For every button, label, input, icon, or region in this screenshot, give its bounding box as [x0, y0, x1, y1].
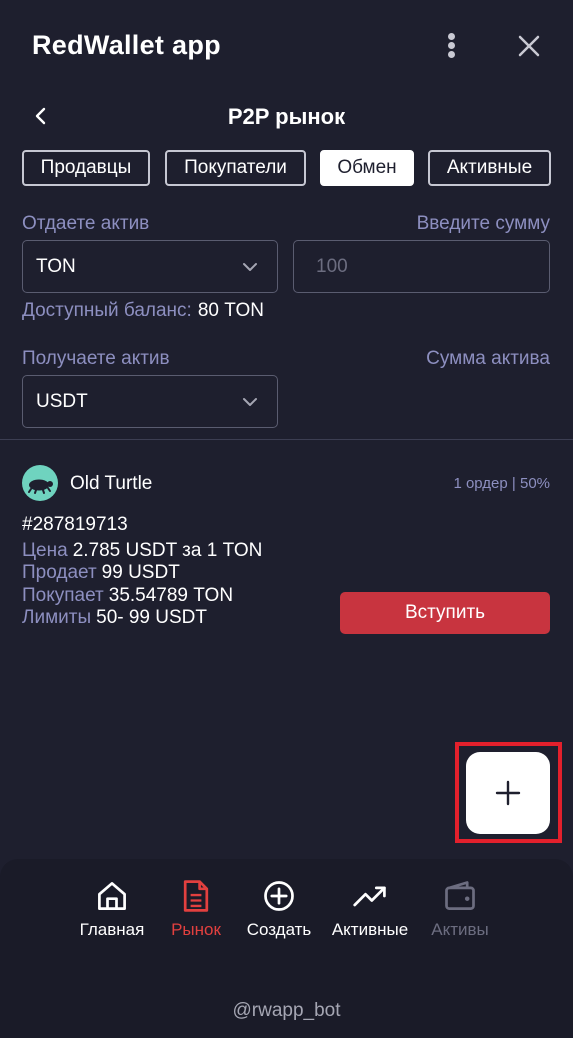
nav-assets[interactable]: Активы — [426, 876, 494, 940]
page-title: P2P рынок — [227, 104, 346, 129]
balance-label: Доступный баланс: — [22, 300, 192, 321]
app-header: RedWallet app — [0, 0, 573, 92]
amount-label: Введите сумму — [416, 213, 550, 234]
amount-input[interactable] — [293, 240, 550, 293]
nav-label-market: Рынок — [171, 920, 221, 939]
plus-circle-icon — [264, 881, 294, 911]
sells-label: Продает — [22, 562, 97, 583]
more-menu-icon[interactable] — [440, 30, 464, 62]
nav-home[interactable]: Главная — [74, 876, 150, 940]
bot-handle: @rwapp_bot — [232, 1000, 341, 1021]
price-value: 2.785 USDT за 1 TON — [72, 540, 263, 561]
avatar — [22, 465, 58, 501]
close-icon[interactable] — [514, 31, 544, 61]
seller-name: Old Turtle — [70, 473, 153, 494]
tab-buyers[interactable]: Покупатели — [165, 150, 306, 186]
buys-label: Покупает — [22, 585, 104, 606]
add-order-button[interactable] — [466, 752, 550, 834]
tab-sellers[interactable]: Продавцы — [22, 150, 150, 186]
wallet-icon — [445, 881, 475, 910]
limits-value: 50- 99 USDT — [96, 607, 207, 628]
available-balance: Доступный баланс: 80 TON — [22, 300, 264, 322]
nav-label-home: Главная — [79, 920, 145, 939]
nav-label-create: Создать — [246, 920, 312, 939]
nav-market[interactable]: Рынок — [161, 876, 231, 940]
market-tabs: Продавцы Покупатели Обмен Активные — [0, 150, 573, 186]
order-id: #287819713 — [22, 514, 128, 535]
home-icon — [98, 882, 126, 910]
trending-up-icon — [353, 886, 386, 907]
join-button[interactable]: Вступить — [340, 592, 550, 634]
order-price: Цена 2.785 USDT за 1 TON — [22, 540, 262, 562]
app-title: RedWallet app — [32, 30, 221, 60]
limits-label: Лимиты — [22, 607, 92, 628]
seller-stats: 1 ордер | 50% — [453, 475, 550, 492]
turtle-icon — [28, 479, 53, 494]
chevron-down-icon — [243, 398, 257, 406]
give-asset-label: Отдаете актив — [22, 213, 150, 234]
nav-label-assets: Активы — [431, 920, 489, 939]
chevron-down-icon — [243, 263, 257, 271]
tab-exchange[interactable]: Обмен — [320, 150, 414, 186]
receive-asset-label: Получаете актив — [22, 348, 170, 369]
receive-amount-label: Сумма актива — [426, 348, 550, 369]
order-sells: Продает 99 USDT — [22, 562, 180, 584]
divider — [0, 439, 573, 440]
balance-value: 80 TON — [197, 300, 265, 321]
receive-asset-value: USDT — [36, 390, 88, 412]
give-asset-value: TON — [36, 255, 76, 277]
order-limits: Лимиты 50- 99 USDT — [22, 607, 207, 629]
buys-value: 35.54789 TON — [108, 585, 234, 606]
nav-label-active: Активные — [331, 920, 409, 939]
tab-active[interactable]: Активные — [428, 150, 551, 186]
receive-asset-select[interactable]: USDT — [22, 375, 278, 428]
order-buys: Покупает 35.54789 TON — [22, 585, 233, 607]
plus-icon — [495, 780, 521, 806]
give-asset-select[interactable]: TON — [22, 240, 278, 293]
sells-value: 99 USDT — [101, 562, 180, 583]
price-label: Цена — [22, 540, 68, 561]
nav-create[interactable]: Создать — [241, 876, 317, 940]
nav-active[interactable]: Активные — [327, 876, 413, 940]
document-icon — [183, 880, 209, 912]
